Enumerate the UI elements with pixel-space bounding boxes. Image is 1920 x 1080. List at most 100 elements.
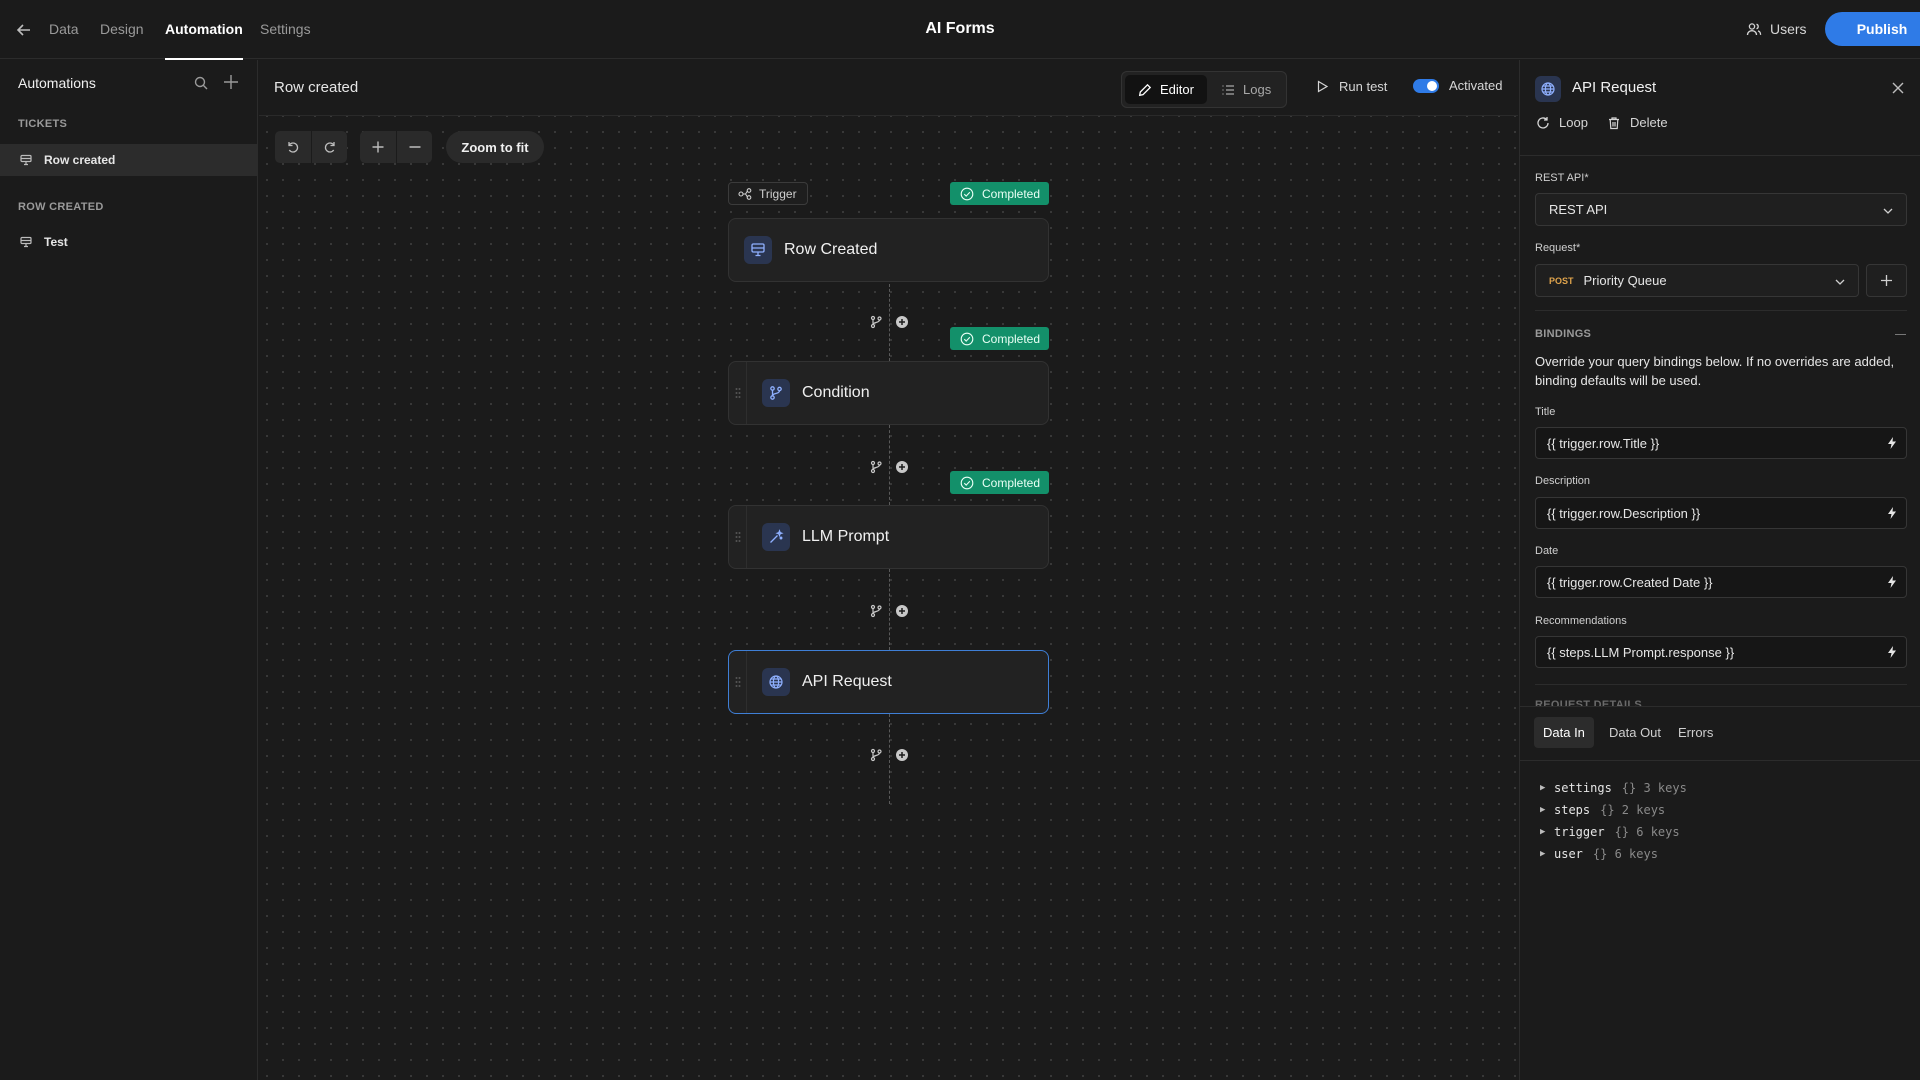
add-request-button[interactable]: [1866, 264, 1907, 297]
check-circle-icon: [960, 187, 974, 201]
tree-meta: {} 6 keys: [1614, 825, 1680, 839]
field-value: {{ trigger.row.Title }}: [1547, 435, 1660, 451]
tab-automation[interactable]: Automation: [165, 0, 243, 60]
tab-data-in[interactable]: Data In: [1534, 717, 1594, 748]
node-llm-prompt[interactable]: LLM Prompt: [728, 505, 1049, 569]
drag-handle-icon[interactable]: [729, 651, 747, 713]
tab-data[interactable]: Data: [49, 0, 79, 59]
zoom-to-fit-button[interactable]: Zoom to fit: [446, 131, 544, 163]
loop-label: Loop: [1559, 115, 1588, 130]
tree-meta: {} 2 keys: [1600, 803, 1666, 817]
rest-api-select[interactable]: REST API: [1535, 193, 1907, 226]
top-bar: Data Design Automation Settings AI Forms…: [0, 0, 1920, 60]
automation-canvas[interactable]: Row created Editor Logs Run test Activat…: [259, 60, 1518, 1080]
node-condition[interactable]: Condition: [728, 361, 1049, 425]
bindings-help-text: Override your query bindings below. If n…: [1535, 354, 1895, 388]
add-branch-icon[interactable]: [869, 604, 883, 618]
status-label: Completed: [982, 331, 1041, 346]
editor-label: Editor: [1160, 82, 1194, 97]
request-label: Request*: [1535, 242, 1581, 254]
history-controls: [275, 131, 347, 163]
editor-tab[interactable]: Editor: [1125, 75, 1207, 104]
globe-icon: [762, 668, 790, 696]
sidebar-item-row-created[interactable]: Row created: [0, 144, 257, 176]
rest-api-label: REST API*: [1535, 172, 1589, 184]
add-branch-icon[interactable]: [869, 460, 883, 474]
add-step-icon[interactable]: [895, 604, 909, 618]
collapse-icon[interactable]: [1895, 334, 1906, 335]
title-binding-input[interactable]: {{ trigger.row.Title }}: [1535, 427, 1907, 459]
tree-meta: {} 6 keys: [1592, 847, 1658, 861]
node-api-request[interactable]: API Request: [728, 650, 1049, 714]
play-icon: [1316, 80, 1329, 93]
sidebar-section-title: TICKETS: [18, 118, 68, 130]
node-actions: [869, 747, 909, 763]
sidebar-item-test[interactable]: Test: [0, 226, 257, 258]
tab-design[interactable]: Design: [100, 0, 144, 59]
add-automation-icon[interactable]: [222, 73, 240, 91]
branch-icon: [762, 379, 790, 407]
activated-label: Activated: [1449, 78, 1503, 93]
chevron-down-icon: [1834, 276, 1846, 288]
lightning-icon[interactable]: [1885, 575, 1899, 589]
loop-button[interactable]: Loop: [1536, 115, 1588, 130]
tab-errors[interactable]: Errors: [1669, 717, 1722, 748]
run-test-button[interactable]: Run test: [1316, 79, 1387, 94]
request-select[interactable]: POST Priority Queue: [1535, 264, 1859, 297]
close-icon[interactable]: [1890, 80, 1906, 96]
tree-node[interactable]: ▶ user {} 6 keys: [1540, 847, 1658, 861]
lightning-icon[interactable]: [1885, 506, 1899, 520]
zoom-in-icon[interactable]: [360, 131, 396, 163]
tree-node[interactable]: ▶ settings {} 3 keys: [1540, 781, 1687, 795]
sidebar-item-label: Row created: [44, 153, 116, 167]
drag-handle-icon[interactable]: [729, 506, 747, 568]
check-circle-icon: [960, 476, 974, 490]
redo-icon[interactable]: [311, 131, 347, 163]
add-step-icon[interactable]: [895, 460, 909, 474]
users-button[interactable]: Users: [1746, 18, 1807, 40]
logs-tab[interactable]: Logs: [1208, 75, 1284, 104]
zoom-out-icon[interactable]: [396, 131, 432, 163]
bindings-section-title: BINDINGS: [1535, 328, 1592, 340]
description-binding-input[interactable]: {{ trigger.row.Description }}: [1535, 497, 1907, 529]
trigger-tag: Trigger: [728, 182, 808, 205]
date-binding-input[interactable]: {{ trigger.row.Created Date }}: [1535, 566, 1907, 598]
field-label: Title: [1535, 406, 1556, 418]
tab-settings[interactable]: Settings: [260, 0, 311, 59]
data-inspector: Data In Data Out Errors ▶ settings {} 3 …: [1520, 706, 1920, 1080]
drag-handle-icon[interactable]: [729, 362, 747, 424]
add-step-icon[interactable]: [895, 748, 909, 762]
tree-node[interactable]: ▶ steps {} 2 keys: [1540, 803, 1665, 817]
node-row-created[interactable]: Row Created: [728, 218, 1049, 282]
search-icon[interactable]: [193, 75, 209, 91]
request-value: Priority Queue: [1583, 273, 1667, 288]
tree-key: steps: [1554, 803, 1591, 817]
node-label: API Request: [802, 673, 892, 690]
lightning-icon[interactable]: [1885, 436, 1899, 450]
publish-button[interactable]: Publish: [1825, 12, 1920, 46]
lightning-icon[interactable]: [1885, 645, 1899, 659]
add-step-icon[interactable]: [895, 315, 909, 329]
node-label: LLM Prompt: [802, 528, 890, 545]
table-row-icon: [20, 236, 32, 248]
tab-data-out[interactable]: Data Out: [1600, 717, 1670, 748]
recommendations-binding-input[interactable]: {{ steps.LLM Prompt.response }}: [1535, 636, 1907, 668]
activated-toggle[interactable]: [1413, 78, 1439, 93]
undo-icon[interactable]: [275, 131, 311, 163]
field-value: {{ trigger.row.Created Date }}: [1547, 574, 1713, 590]
expand-arrow-icon: ▶: [1540, 849, 1546, 859]
table-row-icon: [20, 154, 32, 166]
tree-key: trigger: [1554, 825, 1605, 839]
add-branch-icon[interactable]: [869, 748, 883, 762]
delete-button[interactable]: Delete: [1607, 115, 1668, 130]
field-label: Description: [1535, 475, 1591, 487]
back-arrow-icon[interactable]: [14, 20, 34, 40]
node-actions: [869, 603, 909, 619]
sidebar-section-title: ROW CREATED: [18, 201, 104, 213]
completed-badge: Completed: [950, 182, 1049, 205]
completed-badge: Completed: [950, 471, 1049, 494]
add-branch-icon[interactable]: [869, 315, 883, 329]
tree-node[interactable]: ▶ trigger {} 6 keys: [1540, 825, 1680, 839]
panel-title: API Request: [1572, 79, 1657, 96]
sidebar-title: Automations: [18, 75, 96, 91]
